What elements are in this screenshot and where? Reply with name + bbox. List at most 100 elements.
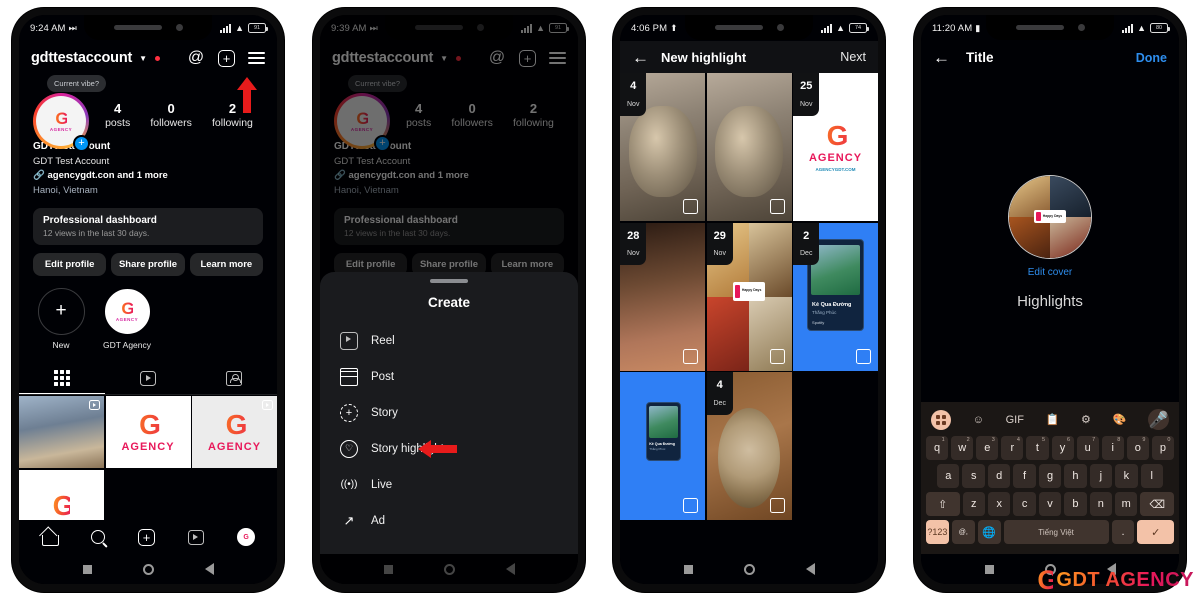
gif-label[interactable]: GIF bbox=[1006, 414, 1024, 426]
recents-button[interactable] bbox=[82, 564, 92, 574]
story-cell[interactable]: 2 Dec Kẻ Qua Đường Thắng Phúc Spotify bbox=[793, 222, 878, 371]
language-globe-icon[interactable]: 🌐 bbox=[977, 520, 1001, 544]
key-y[interactable]: y6 bbox=[1051, 436, 1074, 460]
key-p[interactable]: p0 bbox=[1151, 436, 1174, 460]
search-icon[interactable] bbox=[91, 530, 106, 544]
enter-check-icon[interactable]: ✓ bbox=[1137, 520, 1174, 544]
recents-button[interactable] bbox=[984, 564, 994, 574]
story-cell[interactable]: 29 Nov Happy Days bbox=[706, 222, 792, 371]
story-cell[interactable]: 28 Nov bbox=[620, 222, 705, 371]
select-checkbox[interactable] bbox=[683, 199, 698, 214]
username-label[interactable]: gdttestaccount bbox=[31, 50, 132, 66]
key-c[interactable]: c bbox=[1013, 492, 1036, 516]
key-v[interactable]: v bbox=[1038, 492, 1062, 516]
post-thumbnail[interactable] bbox=[19, 396, 104, 469]
bio-link-row[interactable]: 🔗 agencygdt.con and 1 more bbox=[33, 169, 263, 184]
edit-profile-button[interactable]: Edit profile bbox=[33, 252, 107, 276]
key-e[interactable]: e3 bbox=[976, 436, 999, 460]
menu-item-ad[interactable]: ↗ Ad bbox=[320, 503, 578, 539]
select-checkbox[interactable] bbox=[683, 498, 698, 513]
key-f[interactable]: f bbox=[1013, 464, 1036, 488]
done-button[interactable]: Done bbox=[1136, 51, 1167, 65]
highlight-new[interactable]: + New bbox=[35, 287, 87, 350]
select-checkbox[interactable] bbox=[769, 348, 785, 364]
menu-item-live[interactable]: ((•)) Live bbox=[320, 467, 578, 503]
tab-grid[interactable] bbox=[19, 362, 105, 394]
key-k[interactable]: k bbox=[1115, 464, 1138, 488]
period-key[interactable]: . bbox=[1111, 520, 1135, 544]
stat-followers[interactable]: 0 followers bbox=[150, 101, 191, 129]
sticker-icon[interactable]: ☺ bbox=[973, 414, 984, 426]
recents-button[interactable] bbox=[683, 564, 693, 574]
share-profile-button[interactable]: Share profile bbox=[111, 252, 185, 276]
create-icon[interactable]: + bbox=[137, 528, 155, 546]
menu-item-reel[interactable]: Reel bbox=[320, 323, 578, 359]
key-u[interactable]: u7 bbox=[1076, 436, 1099, 460]
key-m[interactable]: m bbox=[1115, 492, 1138, 516]
back-button[interactable] bbox=[204, 563, 214, 575]
stat-posts[interactable]: 4 posts bbox=[105, 101, 130, 129]
key-d[interactable]: d bbox=[987, 464, 1011, 488]
key-l[interactable]: l bbox=[1140, 464, 1163, 488]
post-thumbnail[interactable]: G AGENCY bbox=[105, 396, 191, 469]
key-b[interactable]: b bbox=[1064, 492, 1087, 516]
symbols-key[interactable]: ?123 bbox=[926, 520, 949, 544]
theme-icon[interactable]: 🎨 bbox=[1113, 413, 1127, 426]
profile-avatar[interactable]: G bbox=[236, 528, 255, 546]
highlight-gdt-agency[interactable]: G AGENCY GDT Agency bbox=[101, 287, 153, 350]
clipboard-icon[interactable]: 📋 bbox=[1046, 413, 1060, 426]
key-g[interactable]: g bbox=[1038, 464, 1062, 488]
add-story-button[interactable]: + bbox=[73, 135, 90, 152]
key-h[interactable]: h bbox=[1064, 464, 1087, 488]
story-cell[interactable]: 4 Dec bbox=[706, 372, 792, 520]
punctuation-key[interactable]: @, bbox=[951, 520, 975, 544]
post-thumbnail[interactable]: G AGENCY bbox=[192, 396, 277, 469]
chevron-down-icon[interactable]: ▼ bbox=[139, 54, 147, 63]
select-checkbox[interactable] bbox=[769, 498, 785, 513]
key-z[interactable]: z bbox=[962, 492, 985, 516]
key-s[interactable]: s bbox=[962, 464, 985, 488]
learn-more-button[interactable]: Learn more bbox=[189, 252, 263, 276]
highlight-cover-image[interactable]: Happy Days bbox=[1008, 175, 1092, 259]
professional-dashboard-card[interactable]: Professional dashboard 12 views in the l… bbox=[33, 207, 263, 245]
home-button[interactable] bbox=[142, 563, 154, 575]
key-i[interactable]: i8 bbox=[1101, 436, 1124, 460]
key-o[interactable]: o9 bbox=[1126, 436, 1149, 460]
home-icon[interactable] bbox=[41, 530, 60, 546]
select-checkbox[interactable] bbox=[683, 348, 698, 364]
create-button[interactable]: + bbox=[218, 49, 235, 67]
keyboard-switch-icon[interactable] bbox=[931, 409, 951, 430]
next-button[interactable]: Next bbox=[840, 50, 866, 64]
key-w[interactable]: w2 bbox=[951, 436, 974, 460]
key-a[interactable]: a bbox=[937, 464, 960, 488]
back-arrow-icon[interactable]: ← bbox=[933, 49, 950, 66]
key-q[interactable]: q1 bbox=[926, 436, 949, 460]
highlight-title-input[interactable]: Highlights bbox=[921, 293, 1179, 310]
back-button[interactable] bbox=[805, 563, 815, 575]
threads-icon[interactable]: @ bbox=[187, 49, 205, 67]
menu-item-story[interactable]: + Story bbox=[320, 395, 578, 431]
mic-icon[interactable]: 🎤 bbox=[1147, 409, 1169, 430]
story-cell[interactable]: 4 Nov bbox=[620, 73, 705, 221]
key-j[interactable]: j bbox=[1089, 464, 1113, 488]
tab-tagged[interactable] bbox=[191, 362, 277, 394]
key-x[interactable]: x bbox=[987, 492, 1011, 516]
bio-link[interactable]: agencygdt.con and 1 more bbox=[47, 170, 167, 181]
back-arrow-icon[interactable]: ← bbox=[632, 49, 649, 66]
vibe-bubble[interactable]: Current vibe? bbox=[47, 75, 107, 92]
menu-icon[interactable] bbox=[248, 52, 265, 64]
space-key[interactable]: Tiếng Việt bbox=[1003, 520, 1109, 544]
story-cell[interactable]: 25 Nov G AGENCY AGENCYGDT.COM bbox=[793, 73, 878, 221]
home-button[interactable] bbox=[743, 563, 755, 575]
select-checkbox[interactable] bbox=[856, 348, 871, 364]
key-t[interactable]: t5 bbox=[1026, 436, 1049, 460]
key-r[interactable]: r4 bbox=[1001, 436, 1024, 460]
settings-icon[interactable]: ⚙ bbox=[1081, 413, 1091, 426]
reels-icon[interactable] bbox=[187, 529, 204, 545]
tab-reels[interactable] bbox=[105, 362, 191, 394]
menu-item-story-highlight[interactable]: ♡ Story highlight bbox=[320, 431, 578, 467]
select-checkbox[interactable] bbox=[856, 199, 871, 214]
select-checkbox[interactable] bbox=[769, 199, 785, 214]
story-cell[interactable]: Kẻ Qua Đường Thắng Phúc bbox=[620, 372, 705, 520]
sheet-drag-handle[interactable] bbox=[430, 279, 468, 283]
